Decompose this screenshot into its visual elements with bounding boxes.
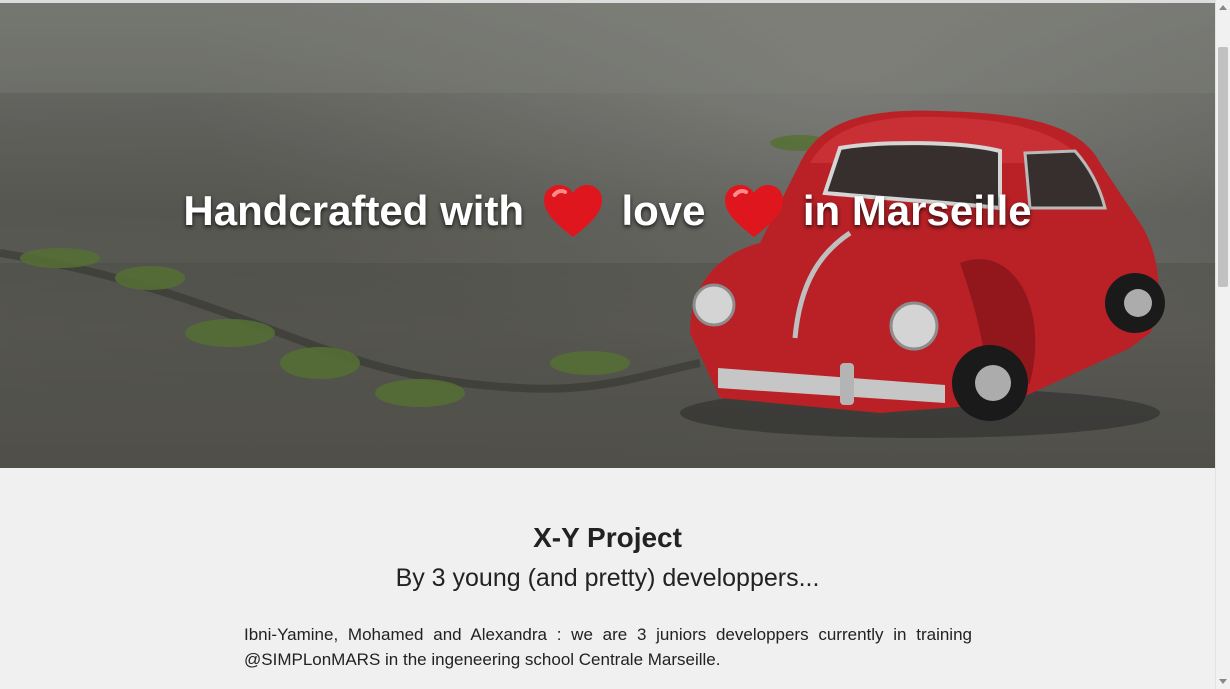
- heart-icon: [725, 185, 784, 237]
- project-subtitle: By 3 young (and pretty) developpers...: [395, 564, 820, 592]
- heart-icon: [543, 185, 602, 237]
- scrollbar-thumb[interactable]: [1218, 47, 1228, 287]
- hero-title: Handcrafted with love in Marseille: [0, 183, 1215, 239]
- hero-banner: Handcrafted with love in Marseille: [0, 3, 1215, 468]
- scroll-down-arrow-icon[interactable]: [1219, 679, 1227, 684]
- project-intro: Ibni-Yamine, Mohamed and Alexandra : we …: [244, 625, 972, 669]
- hero-title-part3: in Marseille: [802, 187, 1032, 234]
- vertical-scrollbar[interactable]: [1215, 0, 1230, 689]
- scroll-up-arrow-icon[interactable]: [1219, 5, 1227, 10]
- project-title: X-Y Project: [533, 522, 682, 553]
- hero-title-part1: Handcrafted with: [183, 187, 525, 234]
- hero-title-part2: love: [621, 187, 706, 234]
